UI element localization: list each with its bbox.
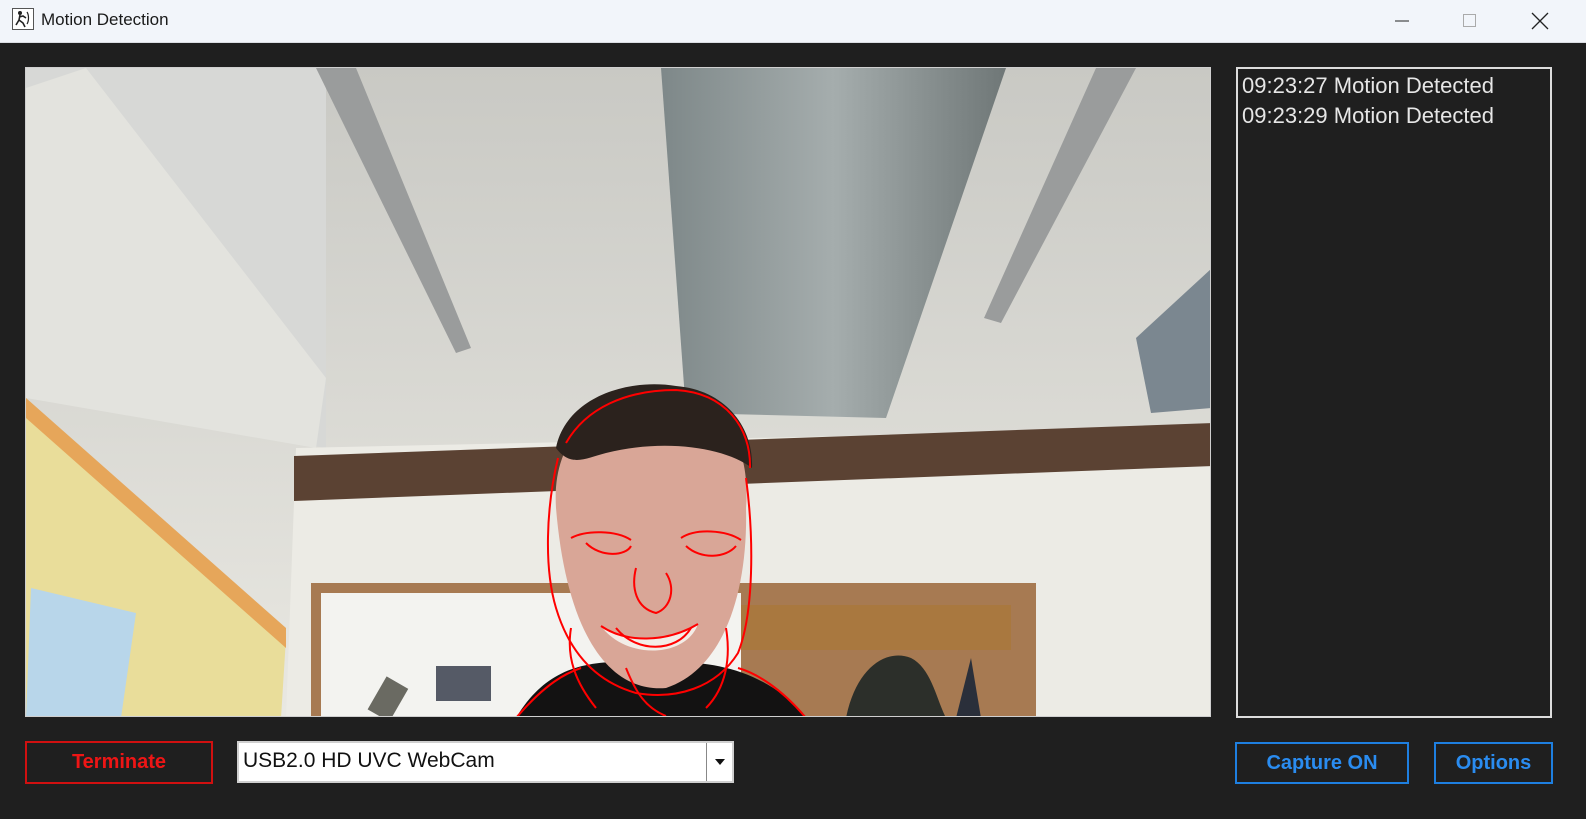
close-icon bbox=[1531, 12, 1549, 30]
dropdown-arrow[interactable] bbox=[706, 743, 732, 781]
window-title: Motion Detection bbox=[41, 10, 169, 29]
camera-select-value: USB2.0 HD UVC WebCam bbox=[243, 749, 495, 772]
minimize-icon bbox=[1395, 20, 1409, 22]
terminate-button[interactable]: Terminate bbox=[25, 741, 213, 784]
maximize-button[interactable] bbox=[1436, 0, 1504, 42]
event-log-list[interactable]: 09:23:27 Motion Detected 09:23:29 Motion… bbox=[1236, 67, 1552, 718]
camera-feed bbox=[25, 67, 1211, 717]
title-bar: Motion Detection bbox=[0, 0, 1586, 43]
capture-toggle-button[interactable]: Capture ON bbox=[1235, 742, 1409, 784]
options-button[interactable]: Options bbox=[1434, 742, 1553, 784]
motion-app-icon bbox=[12, 8, 34, 30]
chevron-down-icon bbox=[714, 759, 725, 765]
camera-frame-image bbox=[26, 68, 1210, 716]
log-entry: 09:23:27 Motion Detected bbox=[1242, 73, 1494, 98]
camera-select[interactable]: USB2.0 HD UVC WebCam bbox=[237, 741, 734, 783]
close-button[interactable] bbox=[1506, 0, 1574, 42]
maximize-icon bbox=[1463, 14, 1476, 27]
log-entry: 09:23:29 Motion Detected bbox=[1242, 103, 1494, 128]
minimize-button[interactable] bbox=[1368, 0, 1436, 42]
